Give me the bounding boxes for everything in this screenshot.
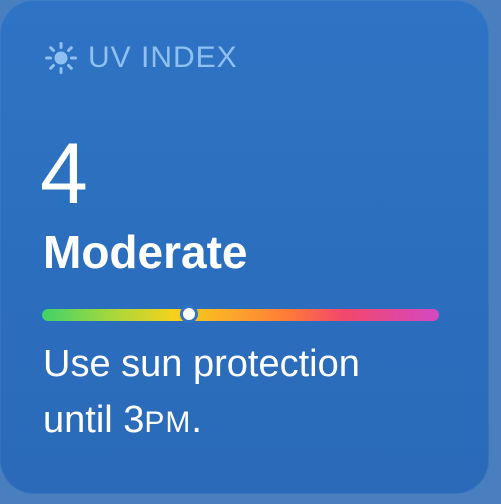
uv-index-widget[interactable]: UV INDEX 4 Moderate Use sun protection u… xyxy=(0,0,489,494)
advice-line-2: until 3PM. xyxy=(43,392,463,451)
advice-time-period: PM xyxy=(144,406,192,439)
advice-time-prefix: until 3 xyxy=(43,399,145,441)
sun-icon xyxy=(44,41,78,75)
advice-line-1: Use sun protection xyxy=(43,343,360,385)
advice-period-end: . xyxy=(191,399,202,441)
uv-advice-text: Use sun protection until 3PM. xyxy=(43,336,463,451)
widget-title: UV INDEX xyxy=(88,41,238,74)
uv-category-label: Moderate xyxy=(43,226,248,278)
uv-scale xyxy=(42,305,439,323)
uv-index-value: 4 xyxy=(40,126,88,222)
uv-scale-bar xyxy=(42,309,439,321)
uv-scale-indicator xyxy=(179,305,198,323)
widget-header: UV INDEX xyxy=(44,38,238,78)
